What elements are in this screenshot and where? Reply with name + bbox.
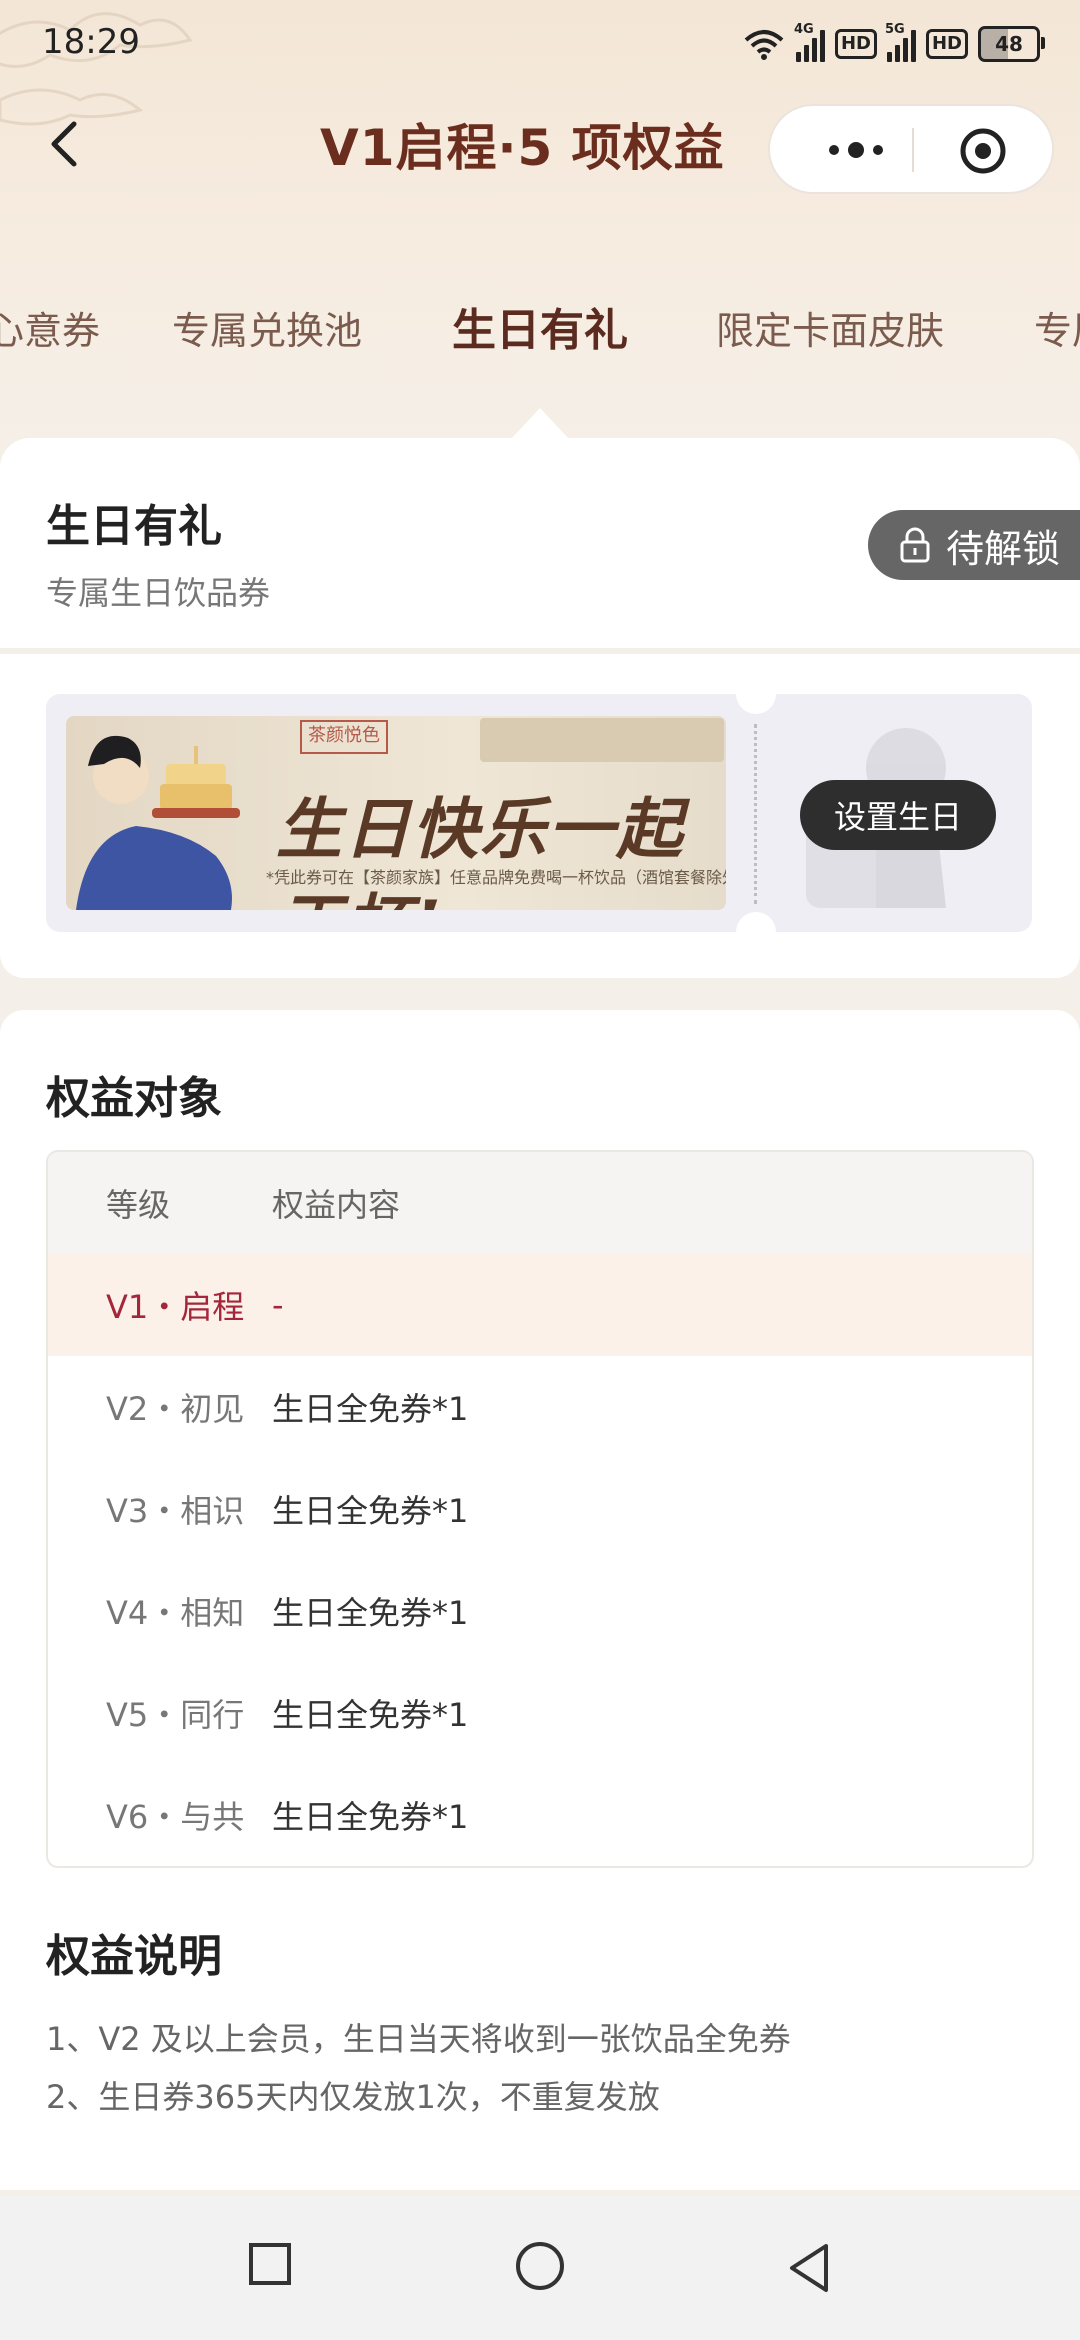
status-bar: 18:29 4G HD 5G HD 48 bbox=[0, 0, 1080, 90]
row-level: V5・同行 bbox=[106, 1696, 245, 1734]
row-content: 生日全免券*1 bbox=[272, 1492, 469, 1530]
row-level: V3・相识 bbox=[106, 1492, 245, 1530]
signal-4g-icon: 4G bbox=[794, 22, 825, 62]
birthday-coupon: 茶颜悦色 生日快乐一起干杯! *凭此券可在【茶颜家族】任意品牌免费喝一杯饮品（酒… bbox=[46, 694, 1032, 932]
row-level: V2・初见 bbox=[106, 1390, 245, 1428]
more-dots-icon[interactable] bbox=[808, 130, 928, 170]
row-level: V6・与共 bbox=[106, 1798, 245, 1836]
notes-title: 权益说明 bbox=[46, 1931, 222, 1982]
benefit-title: 生日有礼 bbox=[46, 501, 222, 552]
table-row: V4・相知 生日全免券*1 bbox=[48, 1560, 1032, 1662]
status-icons: 4G HD 5G HD 48 bbox=[742, 22, 1045, 66]
coupon-perforation bbox=[754, 724, 757, 904]
target-icon[interactable] bbox=[958, 126, 1008, 176]
circle-icon[interactable] bbox=[514, 2242, 566, 2294]
eligibility-table: 等级 权益内容 V1・启程 - V2・初见 生日全免券*1 V3・相识 生日全免… bbox=[46, 1150, 1034, 1868]
signal-5g-label: 5G bbox=[884, 22, 905, 37]
row-content: 生日全免券*1 bbox=[272, 1594, 469, 1632]
page-title: V1启程·5 项权益 bbox=[320, 119, 725, 177]
notes-list: 1、V2 及以上会员，生日当天将收到一张饮品全免券 2、生日券365天内仅发放1… bbox=[46, 2010, 791, 2126]
row-content: - bbox=[272, 1286, 284, 1324]
card-divider bbox=[0, 648, 1080, 654]
banner-fine-print: *凭此券可在【茶颜家族】任意品牌免费喝一杯饮品（酒馆套餐除外） bbox=[266, 868, 726, 887]
lock-icon bbox=[900, 527, 930, 563]
eligibility-title: 权益对象 bbox=[46, 1073, 222, 1124]
capsule-divider bbox=[912, 128, 914, 172]
banner-headline: 生日快乐一起干杯! bbox=[276, 790, 684, 910]
hd-badge-1: HD bbox=[834, 29, 877, 59]
table-header: 等级 权益内容 bbox=[48, 1152, 1032, 1254]
locked-badge-label: 待解锁 bbox=[946, 526, 1061, 571]
tab-birthday-gift[interactable]: 生日有礼 bbox=[452, 294, 628, 358]
table-row: V3・相识 生日全免券*1 bbox=[48, 1458, 1032, 1560]
tab-exclusive[interactable]: 专属 bbox=[1034, 300, 1080, 355]
row-content: 生日全免券*1 bbox=[272, 1390, 469, 1428]
lady-with-cake-illustration bbox=[76, 735, 240, 910]
tab-exchange-pool[interactable]: 专属兑换池 bbox=[172, 300, 362, 355]
status-time: 18:29 bbox=[42, 22, 140, 62]
header-level: 等级 bbox=[106, 1186, 171, 1224]
battery-icon: 48 bbox=[978, 26, 1045, 62]
eligibility-section: 权益对象 等级 权益内容 V1・启程 - V2・初见 生日全免券*1 V3・相识… bbox=[0, 1010, 1080, 2190]
brand-stamp: 茶颜悦色 bbox=[300, 720, 388, 754]
hd-badge-2: HD bbox=[925, 29, 968, 59]
coupon-notch-top bbox=[736, 694, 776, 714]
header-content: 权益内容 bbox=[272, 1186, 401, 1224]
tab-card-skin[interactable]: 限定卡面皮肤 bbox=[716, 300, 944, 355]
wifi-icon bbox=[744, 30, 784, 60]
table-row: V5・同行 生日全免券*1 bbox=[48, 1662, 1032, 1764]
row-level: V1・启程 bbox=[106, 1288, 245, 1326]
tab-gift-voucher[interactable]: 心意券 bbox=[0, 300, 100, 355]
locked-badge: 待解锁 bbox=[868, 510, 1080, 580]
system-nav-bar bbox=[0, 2196, 1080, 2340]
signal-5g-icon: 5G bbox=[885, 22, 916, 62]
mini-program-capsule bbox=[768, 104, 1054, 194]
chevron-left-icon[interactable] bbox=[40, 110, 90, 180]
square-icon[interactable] bbox=[248, 2242, 292, 2286]
note-item: 2、生日券365天内仅发放1次，不重复发放 bbox=[46, 2078, 660, 2116]
row-content: 生日全免券*1 bbox=[272, 1798, 469, 1836]
table-row: V6・与共 生日全免券*1 bbox=[48, 1764, 1032, 1866]
benefit-subtitle: 专属生日饮品券 bbox=[46, 574, 271, 612]
note-item: 1、V2 及以上会员，生日当天将收到一张饮品全免券 bbox=[46, 2020, 791, 2058]
signal-4g-label: 4G bbox=[793, 22, 814, 37]
coupon-notch-bottom bbox=[736, 912, 776, 932]
brand-logos-strip bbox=[480, 718, 724, 762]
active-tab-indicator bbox=[512, 408, 568, 438]
set-birthday-button[interactable]: 设置生日 bbox=[800, 780, 996, 850]
row-content: 生日全免券*1 bbox=[272, 1696, 469, 1734]
triangle-back-icon[interactable] bbox=[786, 2242, 830, 2294]
coupon-banner-image: 茶颜悦色 生日快乐一起干杯! *凭此券可在【茶颜家族】任意品牌免费喝一杯饮品（酒… bbox=[66, 716, 726, 910]
table-row: V2・初见 生日全免券*1 bbox=[48, 1356, 1032, 1458]
table-row: V1・启程 - bbox=[48, 1254, 1032, 1356]
benefit-card: 生日有礼 专属生日饮品券 待解锁 茶颜悦色 生日快乐一起干杯! *凭此券可在【茶… bbox=[0, 438, 1080, 978]
row-level: V4・相知 bbox=[106, 1594, 245, 1632]
benefit-tabs: 心意券 专属兑换池 生日有礼 限定卡面皮肤 专属 bbox=[0, 300, 1080, 370]
